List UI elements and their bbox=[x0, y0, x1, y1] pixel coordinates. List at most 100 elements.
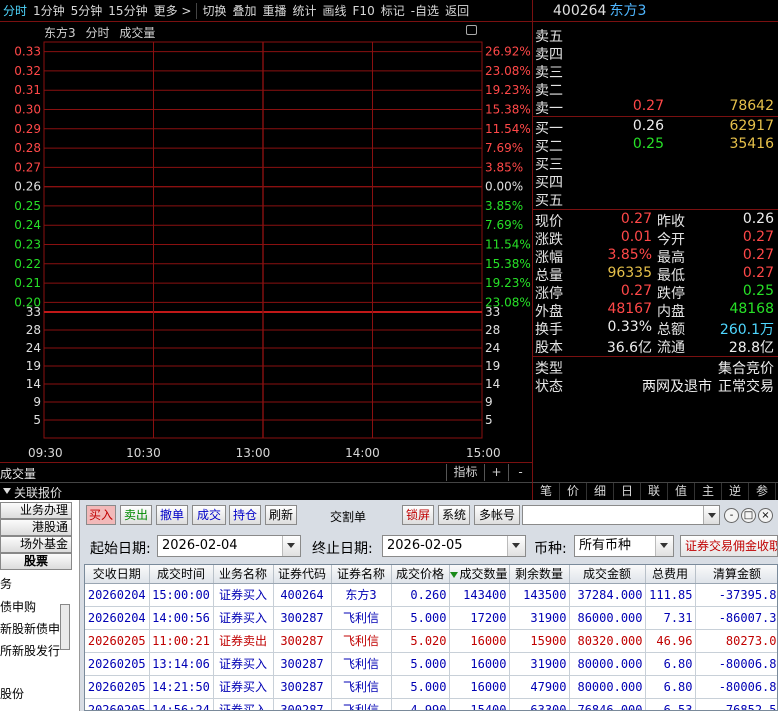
sell-level-row[interactable]: 卖五 bbox=[533, 26, 778, 45]
tab-intraday[interactable]: 分时 bbox=[0, 0, 30, 22]
stat-value: 48168 bbox=[729, 301, 774, 317]
column-header[interactable]: 成交数量 bbox=[449, 565, 510, 584]
statistics-button[interactable]: 统计 bbox=[290, 0, 320, 22]
indicator-button[interactable]: 指标 bbox=[446, 464, 484, 481]
chevron-down-icon bbox=[512, 543, 520, 548]
overlay-button[interactable]: 叠加 bbox=[229, 0, 259, 22]
quote-tab[interactable]: 参 bbox=[749, 483, 776, 500]
column-header[interactable]: 成交金额 bbox=[569, 565, 646, 584]
buy-level-row[interactable]: 买一 0.26 62917 bbox=[533, 118, 778, 137]
table-row[interactable]: 20260205 11:00:21 证券卖出 300287 飞利信 5.020 16000 1… bbox=[85, 629, 777, 653]
multi-account-button[interactable]: 多帐号 bbox=[474, 505, 520, 525]
sidebar-scrollbar[interactable] bbox=[60, 604, 70, 650]
table-row[interactable]: 20260205 13:14:06 证券买入 300287 飞利信 5.000 16000 3… bbox=[85, 652, 777, 676]
table-row[interactable]: 20260204 14:00:56 证券买入 300287 飞利信 5.000 17200 3… bbox=[85, 606, 777, 630]
sell-level-row[interactable]: 卖三 bbox=[533, 62, 778, 81]
side-item-shares[interactable]: 股份 bbox=[0, 685, 24, 702]
system-button[interactable]: 系统 bbox=[438, 505, 470, 525]
table-cell: 31900 bbox=[509, 652, 570, 676]
end-date-field[interactable]: 2026-02-05 bbox=[382, 535, 526, 557]
column-header[interactable]: 总费用 bbox=[645, 565, 696, 584]
draw-line-button[interactable]: 画线 bbox=[320, 0, 350, 22]
quote-tab[interactable]: 细 bbox=[587, 483, 614, 500]
sell-level-label: 卖二 bbox=[535, 83, 563, 99]
column-header-label: 总费用 bbox=[651, 567, 688, 582]
quote-tab[interactable]: 值 bbox=[668, 483, 695, 500]
side-stock-button[interactable]: 股票 bbox=[0, 553, 72, 570]
back-button[interactable]: 返回 bbox=[442, 0, 472, 22]
lock-screen-button[interactable]: 锁屏 bbox=[402, 505, 434, 525]
side-item-service[interactable]: 务 bbox=[0, 575, 12, 592]
currency-arrow[interactable] bbox=[655, 536, 673, 556]
buy-level-row[interactable]: 买二 0.25 35416 bbox=[533, 136, 778, 155]
related-quote-tab[interactable]: 关联报价 bbox=[0, 482, 532, 500]
tab-5min[interactable]: 5分钟 bbox=[68, 0, 106, 22]
end-date-arrow[interactable] bbox=[507, 536, 525, 556]
column-header[interactable]: 成交时间 bbox=[149, 565, 214, 584]
table-cell: 400264 bbox=[273, 583, 332, 607]
table-row[interactable]: 20260205 14:21:50 证券买入 300287 飞利信 5.000 16000 4… bbox=[85, 675, 777, 699]
start-date-field[interactable]: 2026-02-04 bbox=[157, 535, 301, 557]
refresh-button[interactable]: 刷新 bbox=[265, 505, 297, 525]
zoom-out-button[interactable]: - bbox=[508, 464, 532, 481]
column-header[interactable]: 清算金额 bbox=[695, 565, 777, 584]
intraday-chart[interactable]: 0.33 26.92% 0.32 23.08% 0.31 19.23% 0.30 15.38%… bbox=[0, 22, 532, 462]
tab-15min[interactable]: 15分钟 bbox=[105, 0, 150, 22]
buy-level-row[interactable]: 买四 bbox=[533, 172, 778, 191]
sell-level-row[interactable]: 卖一 0.27 78642 bbox=[533, 98, 778, 117]
column-header-label: 成交数量 bbox=[459, 567, 508, 582]
maximize-icon[interactable]: □ bbox=[741, 508, 756, 523]
side-hk-connect-button[interactable]: 港股通 bbox=[0, 519, 72, 536]
f10-button[interactable]: F10 bbox=[350, 0, 378, 22]
table-row[interactable]: 20260204 15:00:00 证券买入 400264 东方3 0.260 143400… bbox=[85, 583, 777, 607]
minimize-icon[interactable]: - bbox=[724, 508, 739, 523]
quote-tab[interactable]: 笔 bbox=[533, 483, 560, 500]
replay-button[interactable]: 重播 bbox=[259, 0, 289, 22]
tab-1min[interactable]: 1分钟 bbox=[30, 0, 68, 22]
zoom-in-button[interactable]: + bbox=[484, 464, 508, 481]
more-menu[interactable]: 更多 > bbox=[151, 0, 195, 22]
quote-tab[interactable]: 联 bbox=[641, 483, 668, 500]
quote-tab[interactable]: 主 bbox=[695, 483, 722, 500]
buy-button[interactable]: 买入 bbox=[86, 505, 116, 525]
quote-tab[interactable]: 日 bbox=[614, 483, 641, 500]
chart-window-icon[interactable] bbox=[466, 25, 477, 35]
sell-button[interactable]: 卖出 bbox=[120, 505, 152, 525]
column-header[interactable]: 业务名称 bbox=[213, 565, 274, 584]
start-date-arrow[interactable] bbox=[282, 536, 300, 556]
table-cell: 14:21:50 bbox=[149, 675, 214, 699]
side-item-exchange-ipo[interactable]: 所新股发行 bbox=[0, 642, 60, 659]
column-header[interactable]: 证券名称 bbox=[331, 565, 392, 584]
mark-button[interactable]: 标记 bbox=[378, 0, 408, 22]
sell-level-row[interactable]: 卖二 bbox=[533, 80, 778, 99]
column-header[interactable]: 剩余数量 bbox=[509, 565, 570, 584]
sell-level-row[interactable]: 卖四 bbox=[533, 44, 778, 63]
side-otc-fund-button[interactable]: 场外基金 bbox=[0, 536, 72, 553]
quote-tab[interactable]: 逆 bbox=[722, 483, 749, 500]
side-business-button[interactable]: 业务办理 bbox=[0, 502, 72, 519]
table-row[interactable]: 20260205 14:56:24 证券买入 300287 飞利信 4.990 15400 6… bbox=[85, 698, 777, 710]
deals-button[interactable]: 成交 bbox=[192, 505, 226, 525]
stat-value: 0.27 bbox=[742, 247, 774, 263]
quote-tab[interactable]: 价 bbox=[560, 483, 587, 500]
price-tick-label: 0.33 bbox=[14, 45, 41, 59]
switch-button[interactable]: 切换 bbox=[199, 0, 229, 22]
column-header[interactable]: 证券代码 bbox=[273, 565, 332, 584]
column-header[interactable]: 成交价格 bbox=[391, 565, 450, 584]
commission-button[interactable]: 证券交易佣金收取 bbox=[680, 535, 778, 557]
side-item-bond-subscribe[interactable]: 债申购 bbox=[0, 598, 36, 615]
close-icon[interactable]: × bbox=[758, 508, 773, 523]
side-item-ipo[interactable]: 新股新债申 bbox=[0, 620, 60, 637]
table-cell: 20260205 bbox=[85, 698, 150, 710]
sell-level-label: 卖三 bbox=[535, 65, 563, 81]
buy-level-row[interactable]: 买三 bbox=[533, 154, 778, 173]
currency-label: 币种: bbox=[534, 541, 567, 557]
buy-level-row[interactable]: 买五 bbox=[533, 190, 778, 209]
column-header[interactable]: 交收日期 bbox=[85, 565, 150, 584]
table-cell: 17200 bbox=[449, 606, 510, 630]
cancel-order-button[interactable]: 撤单 bbox=[156, 505, 188, 525]
currency-select[interactable]: 所有币种 bbox=[574, 535, 674, 557]
remove-watchlist-button[interactable]: -自选 bbox=[408, 0, 442, 22]
account-select[interactable] bbox=[522, 505, 720, 525]
positions-button[interactable]: 持仓 bbox=[229, 505, 261, 525]
